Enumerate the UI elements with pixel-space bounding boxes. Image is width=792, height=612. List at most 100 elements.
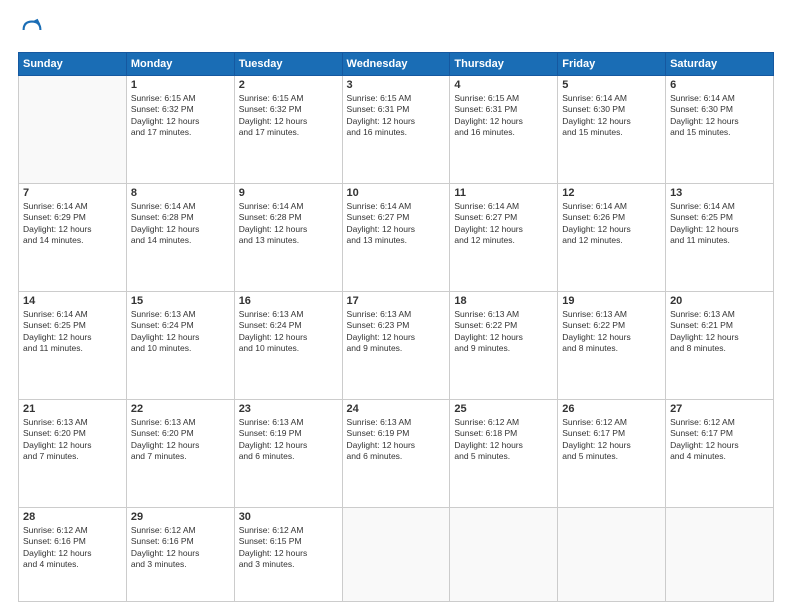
day-number: 30 (239, 511, 338, 523)
day-number: 10 (347, 187, 446, 199)
calendar-cell: 20 Sunrise: 6:13 AM Sunset: 6:21 PM Dayli… (666, 291, 774, 399)
calendar-cell: 30 Sunrise: 6:12 AM Sunset: 6:15 PM Dayli… (234, 507, 342, 601)
day-number: 13 (670, 187, 769, 199)
day-number: 25 (454, 403, 553, 415)
day-number: 18 (454, 295, 553, 307)
day-number: 8 (131, 187, 230, 199)
day-number: 1 (131, 79, 230, 91)
calendar-cell: 6 Sunrise: 6:14 AM Sunset: 6:30 PM Daylig… (666, 76, 774, 184)
day-number: 4 (454, 79, 553, 91)
weekday-header-wednesday: Wednesday (342, 53, 450, 76)
calendar-cell: 27 Sunrise: 6:12 AM Sunset: 6:17 PM Dayli… (666, 399, 774, 507)
calendar-cell (558, 507, 666, 601)
calendar-cell (19, 76, 127, 184)
calendar-cell: 16 Sunrise: 6:13 AM Sunset: 6:24 PM Dayli… (234, 291, 342, 399)
day-number: 26 (562, 403, 661, 415)
weekday-header-tuesday: Tuesday (234, 53, 342, 76)
day-info: Sunrise: 6:14 AM Sunset: 6:30 PM Dayligh… (670, 93, 769, 139)
logo-icon (18, 16, 46, 44)
day-info: Sunrise: 6:12 AM Sunset: 6:17 PM Dayligh… (670, 417, 769, 463)
day-info: Sunrise: 6:12 AM Sunset: 6:16 PM Dayligh… (23, 525, 122, 571)
calendar-cell: 2 Sunrise: 6:15 AM Sunset: 6:32 PM Daylig… (234, 76, 342, 184)
day-number: 21 (23, 403, 122, 415)
day-info: Sunrise: 6:14 AM Sunset: 6:26 PM Dayligh… (562, 201, 661, 247)
calendar-cell: 29 Sunrise: 6:12 AM Sunset: 6:16 PM Dayli… (126, 507, 234, 601)
day-number: 17 (347, 295, 446, 307)
day-number: 11 (454, 187, 553, 199)
weekday-header-friday: Friday (558, 53, 666, 76)
day-info: Sunrise: 6:13 AM Sunset: 6:19 PM Dayligh… (239, 417, 338, 463)
weekday-header-saturday: Saturday (666, 53, 774, 76)
day-info: Sunrise: 6:13 AM Sunset: 6:19 PM Dayligh… (347, 417, 446, 463)
calendar-cell: 13 Sunrise: 6:14 AM Sunset: 6:25 PM Dayli… (666, 183, 774, 291)
day-number: 19 (562, 295, 661, 307)
calendar-cell: 7 Sunrise: 6:14 AM Sunset: 6:29 PM Daylig… (19, 183, 127, 291)
day-info: Sunrise: 6:13 AM Sunset: 6:20 PM Dayligh… (23, 417, 122, 463)
calendar-cell: 15Sunrise: 6:13 AM Sunset: 6:24 PM Dayli… (126, 291, 234, 399)
day-info: Sunrise: 6:15 AM Sunset: 6:32 PM Dayligh… (131, 93, 230, 139)
day-info: Sunrise: 6:15 AM Sunset: 6:31 PM Dayligh… (454, 93, 553, 139)
calendar-cell: 23 Sunrise: 6:13 AM Sunset: 6:19 PM Dayli… (234, 399, 342, 507)
day-info: Sunrise: 6:12 AM Sunset: 6:16 PM Dayligh… (131, 525, 230, 571)
day-number: 9 (239, 187, 338, 199)
day-number: 6 (670, 79, 769, 91)
day-number: 12 (562, 187, 661, 199)
calendar-cell: 24 Sunrise: 6:13 AM Sunset: 6:19 PM Dayli… (342, 399, 450, 507)
day-info: Sunrise: 6:13 AM Sunset: 6:20 PM Dayligh… (131, 417, 230, 463)
day-number: 29 (131, 511, 230, 523)
day-number: 20 (670, 295, 769, 307)
day-info: Sunrise: 6:15 AM Sunset: 6:32 PM Dayligh… (239, 93, 338, 139)
calendar-cell: 8 Sunrise: 6:14 AM Sunset: 6:28 PM Daylig… (126, 183, 234, 291)
day-info: Sunrise: 6:13 AM Sunset: 6:21 PM Dayligh… (670, 309, 769, 355)
day-number: 2 (239, 79, 338, 91)
day-number: 27 (670, 403, 769, 415)
day-number: 5 (562, 79, 661, 91)
calendar-cell: 14Sunrise: 6:14 AM Sunset: 6:25 PM Dayli… (19, 291, 127, 399)
day-info: Sunrise: 6:12 AM Sunset: 6:17 PM Dayligh… (562, 417, 661, 463)
calendar-cell: 5 Sunrise: 6:14 AM Sunset: 6:30 PM Daylig… (558, 76, 666, 184)
day-number: 24 (347, 403, 446, 415)
day-info: Sunrise: 6:12 AM Sunset: 6:15 PM Dayligh… (239, 525, 338, 571)
day-number: 23 (239, 403, 338, 415)
calendar-cell: 12 Sunrise: 6:14 AM Sunset: 6:26 PM Dayli… (558, 183, 666, 291)
day-info: Sunrise: 6:14 AM Sunset: 6:30 PM Dayligh… (562, 93, 661, 139)
calendar-cell: 26 Sunrise: 6:12 AM Sunset: 6:17 PM Dayli… (558, 399, 666, 507)
day-info: Sunrise: 6:14 AM Sunset: 6:27 PM Dayligh… (454, 201, 553, 247)
calendar-cell: 17 Sunrise: 6:13 AM Sunset: 6:23 PM Dayli… (342, 291, 450, 399)
calendar-cell (450, 507, 558, 601)
calendar-cell: 9 Sunrise: 6:14 AM Sunset: 6:28 PM Daylig… (234, 183, 342, 291)
calendar-cell (342, 507, 450, 601)
weekday-header-monday: Monday (126, 53, 234, 76)
day-info: Sunrise: 6:14 AM Sunset: 6:25 PM Dayligh… (23, 309, 122, 355)
day-info: Sunrise: 6:13 AM Sunset: 6:24 PM Dayligh… (131, 309, 230, 355)
calendar-cell: 10 Sunrise: 6:14 AM Sunset: 6:27 PM Dayli… (342, 183, 450, 291)
day-info: Sunrise: 6:14 AM Sunset: 6:28 PM Dayligh… (239, 201, 338, 247)
day-info: Sunrise: 6:12 AM Sunset: 6:18 PM Dayligh… (454, 417, 553, 463)
day-number: 28 (23, 511, 122, 523)
day-info: Sunrise: 6:14 AM Sunset: 6:29 PM Dayligh… (23, 201, 122, 247)
day-number: 16 (239, 295, 338, 307)
day-info: Sunrise: 6:14 AM Sunset: 6:27 PM Dayligh… (347, 201, 446, 247)
day-info: Sunrise: 6:13 AM Sunset: 6:22 PM Dayligh… (454, 309, 553, 355)
calendar-cell: 4 Sunrise: 6:15 AM Sunset: 6:31 PM Daylig… (450, 76, 558, 184)
day-info: Sunrise: 6:14 AM Sunset: 6:28 PM Dayligh… (131, 201, 230, 247)
calendar-cell: 22 Sunrise: 6:13 AM Sunset: 6:20 PM Dayli… (126, 399, 234, 507)
day-info: Sunrise: 6:15 AM Sunset: 6:31 PM Dayligh… (347, 93, 446, 139)
day-info: Sunrise: 6:13 AM Sunset: 6:23 PM Dayligh… (347, 309, 446, 355)
day-info: Sunrise: 6:14 AM Sunset: 6:25 PM Dayligh… (670, 201, 769, 247)
day-info: Sunrise: 6:13 AM Sunset: 6:24 PM Dayligh… (239, 309, 338, 355)
calendar-cell: 3Sunrise: 6:15 AM Sunset: 6:31 PM Daylig… (342, 76, 450, 184)
calendar-cell: 1 Sunrise: 6:15 AM Sunset: 6:32 PM Daylig… (126, 76, 234, 184)
calendar-cell: 25 Sunrise: 6:12 AM Sunset: 6:18 PM Dayli… (450, 399, 558, 507)
calendar-cell (666, 507, 774, 601)
calendar-cell: 19 Sunrise: 6:13 AM Sunset: 6:22 PM Dayli… (558, 291, 666, 399)
day-info: Sunrise: 6:13 AM Sunset: 6:22 PM Dayligh… (562, 309, 661, 355)
calendar-table: SundayMondayTuesdayWednesdayThursdayFrid… (18, 52, 774, 602)
day-number: 22 (131, 403, 230, 415)
day-number: 7 (23, 187, 122, 199)
calendar-cell: 11 Sunrise: 6:14 AM Sunset: 6:27 PM Dayli… (450, 183, 558, 291)
weekday-header-sunday: Sunday (19, 53, 127, 76)
calendar-cell: 18 Sunrise: 6:13 AM Sunset: 6:22 PM Dayli… (450, 291, 558, 399)
weekday-header-thursday: Thursday (450, 53, 558, 76)
logo (18, 16, 50, 44)
